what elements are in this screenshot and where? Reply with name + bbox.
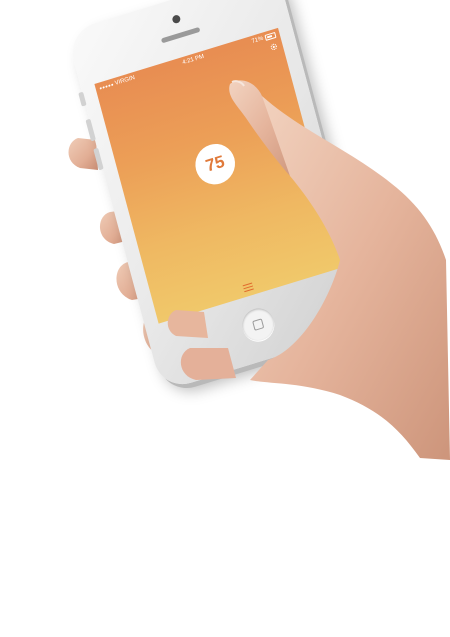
photo-scene: VIRGIN 4:21 PM 71% 75 xyxy=(0,0,450,637)
hand-front xyxy=(167,80,450,460)
